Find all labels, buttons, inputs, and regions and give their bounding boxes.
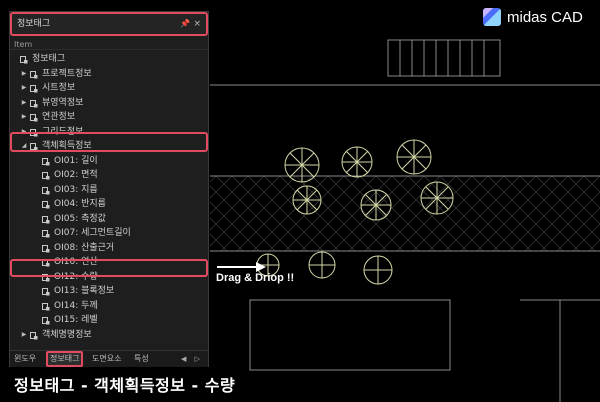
tag-icon (42, 186, 50, 194)
info-tag-panel: 정보태그 📌 × Item 정보태그 ▶ 프로젝트정보 ▶ 시트정보 ▶ 뷰영역정보 ▶ 연관정… (9, 11, 209, 367)
tag-icon (30, 99, 38, 107)
tree-item[interactable]: OI04: 반지름 (10, 197, 208, 212)
tag-icon (20, 55, 28, 64)
tree-item-label: OI08: 산출근거 (54, 242, 115, 253)
tag-icon (42, 200, 50, 209)
tree-item-label: OI13: 블록정보 (54, 286, 115, 296)
tree-item[interactable]: OI02: 면적 (10, 168, 208, 183)
panel-tab-bar: 윈도우 정보태그 도면요소 특성 ◀ ▷ (10, 350, 208, 367)
logo-text: midas CAD (507, 8, 583, 26)
tree-item[interactable]: ▶ 객체명명정보 (10, 328, 208, 343)
tree-item-label: OI02: 면적 (54, 170, 98, 180)
tag-icon (42, 302, 50, 310)
tag-icon (42, 287, 50, 296)
close-icon[interactable]: × (193, 14, 201, 34)
tag-icon (42, 229, 50, 238)
midas-logo-icon (483, 8, 501, 26)
tree-item[interactable]: OI01: 길이 (10, 154, 208, 169)
tree-item[interactable]: OI13: 블록정보 (10, 284, 208, 299)
tag-icon (42, 171, 50, 180)
panel-title: 정보태그 (17, 19, 51, 29)
tree-item-label: 시트정보 (42, 83, 76, 93)
expand-arrow-icon[interactable]: ▶ (20, 110, 28, 125)
tree-item[interactable]: OI14: 두께 (10, 299, 208, 314)
pin-icon[interactable]: 📌 (180, 14, 190, 34)
tree-item-label: OI07: 세그먼트길이 (54, 228, 131, 238)
column-header[interactable]: Item (10, 39, 208, 50)
tree-item[interactable]: ▶ 시트정보 (10, 81, 208, 96)
tree-item-label: OI04: 반지름 (54, 199, 106, 209)
tag-icon (30, 84, 38, 93)
tag-icon (30, 70, 38, 78)
tree-item[interactable]: OI03: 지름 (10, 183, 208, 198)
expand-arrow-icon[interactable]: ▶ (20, 328, 28, 343)
expand-arrow-icon[interactable]: ▶ (20, 81, 28, 96)
tree-item[interactable]: OI15: 레벨 (10, 313, 208, 328)
tree-item-label: 프로젝트정보 (42, 68, 92, 79)
tab-properties[interactable]: 특성 (134, 351, 149, 367)
tag-icon (42, 215, 50, 223)
tree-item-label: OI15: 레벨 (54, 315, 98, 325)
info-tag-tree: 정보태그 ▶ 프로젝트정보 ▶ 시트정보 ▶ 뷰영역정보 ▶ 연관정보 ▶ 그리드정보 ◢ 객체획득정보… (10, 52, 208, 342)
tab-window[interactable]: 윈도우 (14, 351, 36, 367)
paving-hatch (210, 176, 600, 251)
tree-item-label: OI01: 길이 (54, 155, 98, 166)
highlight-quantity (10, 259, 208, 277)
highlight-object-info (10, 132, 208, 152)
drag-drop-annotation: Drag & Driop !! (216, 272, 295, 284)
tree-item[interactable]: OI07: 세그먼트길이 (10, 226, 208, 241)
tag-icon (42, 157, 50, 165)
caption-text: 정보태그 - 객체획득정보 - 수량 (14, 376, 236, 395)
tree-item-label: OI14: 두께 (54, 300, 98, 311)
tree-item[interactable]: OI05: 측정값 (10, 212, 208, 227)
tab-info-tag[interactable]: 정보태그 (46, 351, 84, 367)
tree-item-label: 객체명명정보 (42, 329, 92, 340)
tree-item-label: 정보태그 (32, 54, 66, 64)
tree-item[interactable]: 정보태그 (10, 52, 208, 67)
expand-arrow-icon[interactable]: ▶ (20, 67, 28, 82)
tab-drawing-elements[interactable]: 도면요소 (92, 351, 121, 367)
tag-icon (42, 244, 50, 252)
tree-item-label: 연관정보 (42, 112, 76, 122)
tree-item[interactable]: ▶ 연관정보 (10, 110, 208, 125)
tree-item-label: OI03: 지름 (54, 184, 98, 195)
midas-cad-logo: midas CAD (483, 6, 583, 28)
tree-item[interactable]: ▶ 뷰영역정보 (10, 96, 208, 111)
tag-icon (30, 331, 38, 339)
drag-arrow-icon (217, 262, 266, 272)
tag-icon (30, 113, 38, 122)
tag-icon (42, 316, 50, 325)
tree-item[interactable]: ▶ 프로젝트정보 (10, 67, 208, 82)
tab-scroll-buttons[interactable]: ◀ ▷ (181, 351, 203, 367)
tree-item-label: 뷰영역정보 (42, 97, 84, 108)
tree-item[interactable]: OI08: 산출근거 (10, 241, 208, 256)
expand-arrow-icon[interactable]: ▶ (20, 96, 28, 111)
panel-title-bar[interactable]: 정보태그 📌 × (10, 12, 208, 36)
tree-item-label: OI05: 측정값 (54, 213, 106, 224)
